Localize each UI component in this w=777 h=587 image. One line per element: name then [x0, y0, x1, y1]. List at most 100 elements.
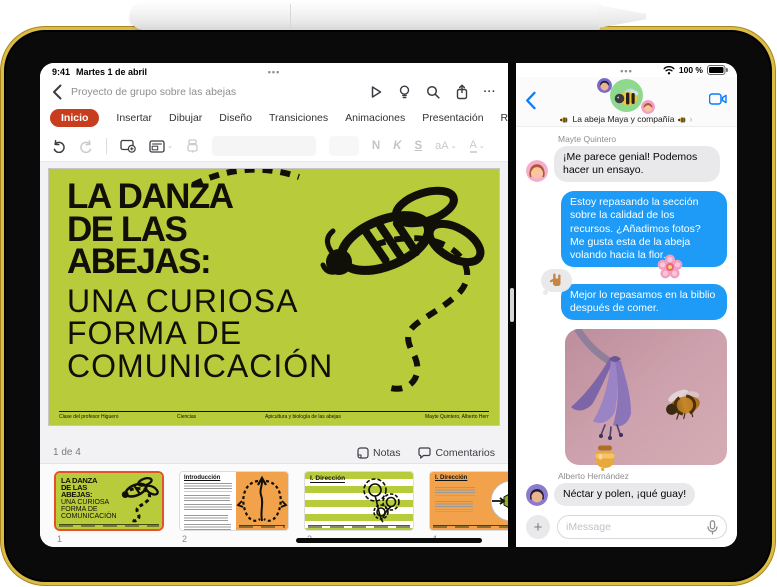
message-text: Mejor lo repasamos en la biblio después …	[570, 289, 715, 314]
chat-transcript: Mayte Quintero ¡Me parece genial! Podemo…	[516, 127, 737, 515]
tab-diseno[interactable]: Diseño	[219, 112, 252, 124]
back-icon[interactable]	[52, 84, 62, 100]
keynote-nav-icons: ···	[369, 84, 497, 100]
bee-memoji	[614, 86, 639, 106]
thumbnail-1-footer	[59, 524, 159, 527]
messages-header: La abeja Maya y compañía ›	[516, 77, 737, 127]
messages-status-bar: ••• 100 %	[516, 63, 737, 77]
thumbnail-2-diagram-panel	[236, 472, 288, 530]
direction-circle-diagram	[488, 478, 508, 524]
redo-icon[interactable]	[79, 140, 93, 153]
undo-icon[interactable]	[52, 140, 66, 153]
tab-revisar[interactable]: Revisar	[501, 112, 508, 124]
multitasking-menu-icon[interactable]: •••	[268, 67, 280, 77]
slide-title-block[interactable]: LA DANZA DE LAS ABEJAS: UNA CURIOSA FORM…	[67, 181, 347, 383]
multitasking-menu-icon[interactable]: •••	[620, 66, 632, 76]
tab-inicio[interactable]: Inicio	[50, 109, 99, 127]
tab-dibujar[interactable]: Dibujar	[169, 112, 202, 124]
bold-button[interactable]: N	[372, 140, 380, 152]
group-title[interactable]: La abeja Maya y compañía ›	[516, 114, 737, 124]
status-date: Martes 1 de abril	[76, 67, 147, 77]
comments-button[interactable]: Comentarios	[418, 447, 495, 459]
font-name-field[interactable]	[212, 136, 316, 156]
video-call-icon[interactable]	[709, 93, 727, 105]
share-icon[interactable]	[455, 84, 469, 100]
split-view-drag-handle[interactable]	[510, 288, 514, 322]
status-time: 9:41	[52, 67, 70, 77]
message-bubble[interactable]: ¡Me parece genial! Podemos hacer un ensa…	[554, 146, 720, 182]
thumbnail-4-footer	[433, 525, 508, 528]
document-title[interactable]: Proyecto de grupo sobre las abejas	[71, 86, 236, 98]
keynote-toolbar: ⌄ N K S aA⌄ A⌄	[40, 131, 508, 162]
tapback-love-you-gesture[interactable]	[541, 269, 572, 292]
thumbnail-slide-4[interactable]: I. Dirección	[429, 471, 508, 547]
lightbulb-icon[interactable]	[398, 85, 411, 99]
tab-presentacion[interactable]: Presentación	[422, 112, 483, 124]
message-bubble[interactable]: Estoy repasando la sección sobre la cali…	[561, 191, 727, 267]
italic-button[interactable]: K	[393, 140, 401, 152]
apple-pencil-body	[130, 3, 600, 30]
dictation-mic-icon[interactable]	[707, 520, 718, 535]
back-icon[interactable]	[525, 91, 536, 110]
notes-button[interactable]: Notas	[357, 447, 400, 459]
notes-label: Notas	[373, 447, 400, 459]
group-name: La abeja Maya y compañía	[572, 114, 674, 124]
text-style-button[interactable]: aA⌄	[435, 140, 456, 152]
thumbnail-slide-1[interactable]: LA DANZA DE LAS ABEJAS: UNA CURIOSA FORM…	[54, 471, 164, 547]
toolbar-separator	[106, 138, 107, 154]
thumbnail-2-title: Introducción	[184, 475, 234, 481]
messages-pane: ••• 100 %	[516, 63, 737, 547]
message-placeholder: iMessage	[566, 521, 707, 533]
sender-label: Mayte Quintero	[558, 134, 727, 144]
slide-title-light: UNA CURIOSA FORMA DE COMUNICACIÓN	[67, 285, 347, 383]
incoming-message-row: Néctar y polen, ¡qué guay!	[526, 483, 727, 506]
message-bubble[interactable]: Mejor lo repasamos en la biblio después …	[561, 284, 727, 320]
format-paint-icon[interactable]	[186, 139, 199, 153]
message-bubble[interactable]: Néctar y polen, ¡qué guay!	[554, 483, 695, 506]
honey-pot-sticker[interactable]	[591, 444, 619, 471]
text-style-label: aA	[435, 140, 448, 152]
tab-transiciones[interactable]: Transiciones	[269, 112, 328, 124]
message-input[interactable]: iMessage	[557, 515, 727, 539]
font-size-field[interactable]	[329, 136, 359, 156]
slide-1[interactable]: LA DANZA DE LAS ABEJAS: UNA CURIOSA FORM…	[48, 168, 500, 426]
footer-topic: Apicultura y biología de las abejas	[265, 414, 425, 420]
chevron-right-icon: ›	[690, 114, 693, 124]
slide-layout-icon[interactable]	[149, 140, 165, 153]
thumbnail-slide-2[interactable]: Introducción	[179, 471, 289, 547]
group-avatar-cluster[interactable]	[596, 78, 658, 114]
photo-attachment-bee-flower[interactable]	[565, 329, 727, 465]
play-icon[interactable]	[369, 85, 383, 99]
text-color-button[interactable]: A⌄	[470, 139, 485, 153]
love-you-hand-icon	[549, 273, 564, 287]
home-indicator[interactable]	[296, 538, 482, 543]
group-avatar-member-1	[597, 78, 612, 93]
flower-sticker[interactable]	[657, 254, 683, 280]
thumbnail-2-footer	[239, 525, 285, 528]
keynote-info-bar: 1 de 4 Notas Comentarios	[40, 442, 508, 463]
thumbnail-slide-3[interactable]: I. Dirección	[304, 471, 414, 547]
footer-class: Clase del profesor Higuero	[59, 414, 177, 420]
apple-pencil-tip	[598, 5, 646, 28]
thumbnail-3-striped-bg: I. Dirección	[305, 472, 413, 530]
text-color-label: A	[470, 139, 477, 153]
add-slide-icon[interactable]	[120, 139, 136, 153]
tab-insertar[interactable]: Insertar	[116, 112, 152, 124]
search-icon[interactable]	[426, 85, 440, 99]
chevron-down-icon: ⌄	[479, 142, 485, 150]
tab-animaciones[interactable]: Animaciones	[345, 112, 405, 124]
add-attachment-button[interactable]: +	[526, 515, 550, 539]
thumbnail-number: 2	[182, 534, 289, 544]
more-icon[interactable]: ···	[484, 86, 497, 98]
avatar-alberto[interactable]	[526, 484, 548, 506]
apple-pencil-seam	[290, 4, 291, 29]
thumbnail-1-slide: LA DANZA DE LAS ABEJAS: UNA CURIOSA FORM…	[56, 473, 162, 529]
slide-canvas: LA DANZA DE LAS ABEJAS: UNA CURIOSA FORM…	[40, 162, 508, 442]
underline-button[interactable]: S	[415, 140, 423, 152]
slide-thumbnail-strip: LA DANZA DE LAS ABEJAS: UNA CURIOSA FORM…	[40, 463, 508, 547]
avatar-mayte[interactable]	[526, 160, 548, 182]
group-avatar-member-2	[641, 100, 655, 114]
group-avatar-bee	[610, 79, 643, 112]
chevron-down-icon: ⌄	[167, 142, 173, 150]
thumbnail-3-footer	[308, 525, 410, 528]
